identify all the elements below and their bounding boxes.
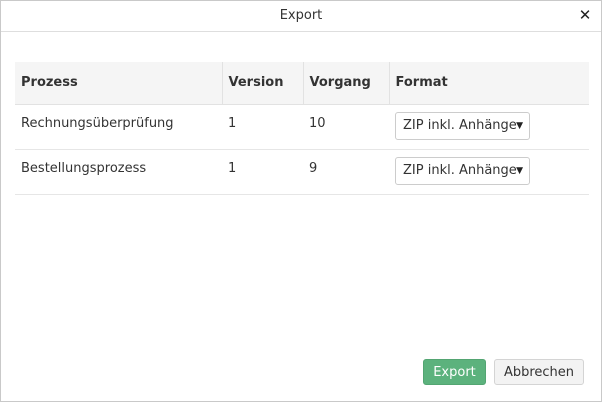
column-header-version: Version bbox=[222, 62, 304, 105]
table-header-row: Prozess Version Vorgang Format bbox=[15, 62, 589, 105]
close-icon[interactable]: ✕ bbox=[577, 6, 593, 24]
format-select[interactable]: ZIP inkl. Anhänge ▼ bbox=[395, 111, 530, 140]
cell-version: 1 bbox=[222, 104, 303, 150]
cell-vorgang: 10 bbox=[303, 104, 389, 150]
cell-format: ZIP inkl. Anhänge ▼ bbox=[389, 149, 589, 195]
cell-format: ZIP inkl. Anhänge ▼ bbox=[389, 104, 589, 150]
column-header-vorgang: Vorgang bbox=[303, 62, 390, 105]
cell-prozess: Bestellungsprozess bbox=[15, 149, 222, 195]
caret-down-icon: ▼ bbox=[516, 165, 523, 176]
column-header-format: Format bbox=[389, 62, 589, 105]
table-row: Bestellungsprozess 1 9 ZIP inkl. Anhänge… bbox=[15, 149, 589, 195]
format-select[interactable]: ZIP inkl. Anhänge ▼ bbox=[395, 156, 530, 185]
format-select-value: ZIP inkl. Anhänge bbox=[403, 162, 517, 178]
export-button[interactable]: Export bbox=[423, 359, 486, 385]
cell-version: 1 bbox=[222, 149, 303, 195]
cancel-button[interactable]: Abbrechen bbox=[494, 359, 584, 385]
export-table: Prozess Version Vorgang Format Rechnungs… bbox=[15, 62, 589, 195]
dialog-header: Export ✕ bbox=[1, 1, 601, 32]
export-dialog: Export ✕ Prozess Version Vorgang Format … bbox=[0, 0, 602, 402]
column-header-prozess: Prozess bbox=[15, 62, 223, 105]
table-row: Rechnungsüberprüfung 1 10 ZIP inkl. Anhä… bbox=[15, 104, 589, 150]
cell-prozess: Rechnungsüberprüfung bbox=[15, 104, 222, 150]
caret-down-icon: ▼ bbox=[516, 120, 523, 131]
format-select-value: ZIP inkl. Anhänge bbox=[403, 117, 517, 133]
dialog-title: Export bbox=[279, 8, 323, 23]
cell-vorgang: 9 bbox=[303, 149, 389, 195]
